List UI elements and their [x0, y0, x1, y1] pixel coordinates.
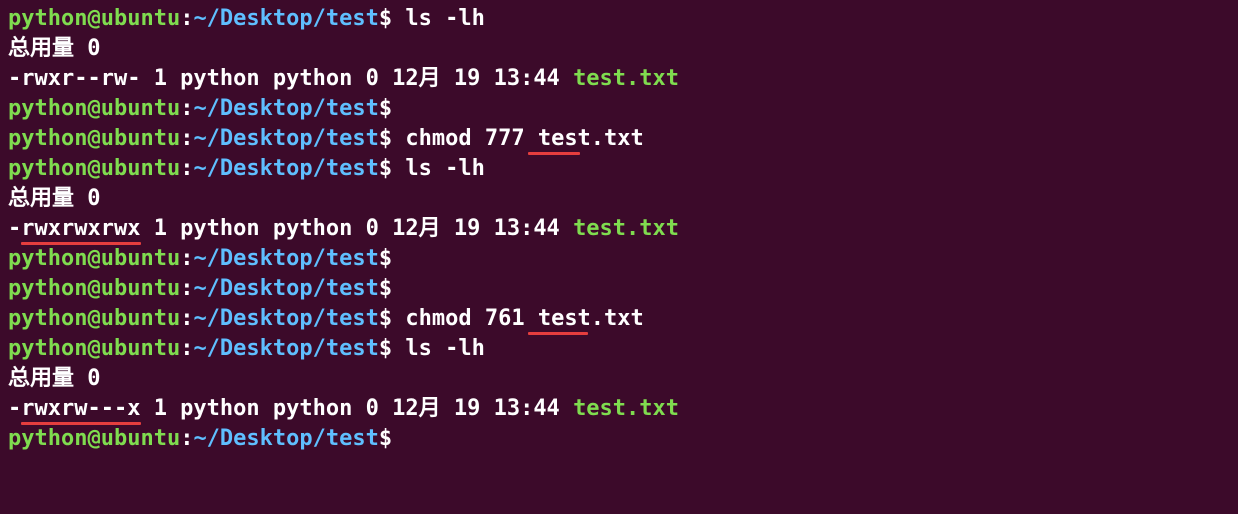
command-text: ls -lh — [405, 6, 484, 31]
prompt-path: ~/Desktop/test — [193, 276, 378, 301]
terminal-line: python@ubuntu:~/Desktop/test$ — [8, 244, 1230, 274]
prompt-user: python@ubuntu — [8, 96, 180, 121]
terminal-line: python@ubuntu:~/Desktop/test$ ls -lh — [8, 154, 1230, 184]
command-text: chmod 761 test.txt — [405, 306, 643, 331]
prompt-path: ~/Desktop/test — [193, 156, 378, 181]
command-text: chmod 777 test.txt — [405, 126, 643, 151]
output-text: 总用量 0 — [8, 186, 101, 211]
prompt-dollar: $ — [379, 426, 406, 451]
terminal[interactable]: python@ubuntu:~/Desktop/test$ ls -lh总用量 … — [0, 0, 1238, 514]
output-prefix: -rwxr--rw- 1 python python 0 12月 19 13:4… — [8, 66, 573, 91]
prompt-user: python@ubuntu — [8, 276, 180, 301]
prompt-dollar: $ — [379, 156, 406, 181]
prompt-user: python@ubuntu — [8, 426, 180, 451]
prompt-colon: : — [180, 336, 193, 361]
output-filename: test.txt — [573, 216, 679, 241]
terminal-line: python@ubuntu:~/Desktop/test$ ls -lh — [8, 4, 1230, 34]
output-filename: test.txt — [573, 66, 679, 91]
terminal-line: python@ubuntu:~/Desktop/test$ ls -lh — [8, 334, 1230, 364]
prompt-colon: : — [180, 126, 193, 151]
output-prefix: -rwxrwxrwx 1 python python 0 12月 19 13:4… — [8, 216, 573, 241]
prompt-dollar: $ — [379, 306, 406, 331]
prompt-colon: : — [180, 306, 193, 331]
output-prefix: -rwxrw---x 1 python python 0 12月 19 13:4… — [8, 396, 573, 421]
prompt-colon: : — [180, 6, 193, 31]
prompt-colon: : — [180, 426, 193, 451]
prompt-path: ~/Desktop/test — [193, 306, 378, 331]
output-text: 总用量 0 — [8, 36, 101, 61]
prompt-dollar: $ — [379, 276, 406, 301]
terminal-line: python@ubuntu:~/Desktop/test$ — [8, 274, 1230, 304]
prompt-dollar: $ — [379, 336, 406, 361]
prompt-dollar: $ — [379, 126, 406, 151]
terminal-line: python@ubuntu:~/Desktop/test$ — [8, 94, 1230, 124]
prompt-path: ~/Desktop/test — [193, 96, 378, 121]
terminal-line: 总用量 0 — [8, 364, 1230, 394]
prompt-user: python@ubuntu — [8, 306, 180, 331]
command-text: ls -lh — [405, 336, 484, 361]
prompt-dollar: $ — [379, 6, 406, 31]
terminal-line: -rwxr--rw- 1 python python 0 12月 19 13:4… — [8, 64, 1230, 94]
prompt-user: python@ubuntu — [8, 246, 180, 271]
prompt-user: python@ubuntu — [8, 156, 180, 181]
prompt-colon: : — [180, 96, 193, 121]
prompt-dollar: $ — [379, 96, 406, 121]
terminal-line: -rwxrw---x 1 python python 0 12月 19 13:4… — [8, 394, 1230, 424]
output-text: 总用量 0 — [8, 366, 101, 391]
prompt-path: ~/Desktop/test — [193, 426, 378, 451]
prompt-dollar: $ — [379, 246, 406, 271]
command-text: ls -lh — [405, 156, 484, 181]
prompt-colon: : — [180, 156, 193, 181]
terminal-line: 总用量 0 — [8, 184, 1230, 214]
prompt-path: ~/Desktop/test — [193, 126, 378, 151]
terminal-line: python@ubuntu:~/Desktop/test$ — [8, 424, 1230, 454]
prompt-colon: : — [180, 276, 193, 301]
output-filename: test.txt — [573, 396, 679, 421]
prompt-path: ~/Desktop/test — [193, 336, 378, 361]
prompt-user: python@ubuntu — [8, 6, 180, 31]
prompt-user: python@ubuntu — [8, 126, 180, 151]
terminal-line: 总用量 0 — [8, 34, 1230, 64]
prompt-path: ~/Desktop/test — [193, 246, 378, 271]
terminal-line: -rwxrwxrwx 1 python python 0 12月 19 13:4… — [8, 214, 1230, 244]
terminal-line: python@ubuntu:~/Desktop/test$ chmod 777 … — [8, 124, 1230, 154]
prompt-path: ~/Desktop/test — [193, 6, 378, 31]
prompt-colon: : — [180, 246, 193, 271]
prompt-user: python@ubuntu — [8, 336, 180, 361]
terminal-line: python@ubuntu:~/Desktop/test$ chmod 761 … — [8, 304, 1230, 334]
